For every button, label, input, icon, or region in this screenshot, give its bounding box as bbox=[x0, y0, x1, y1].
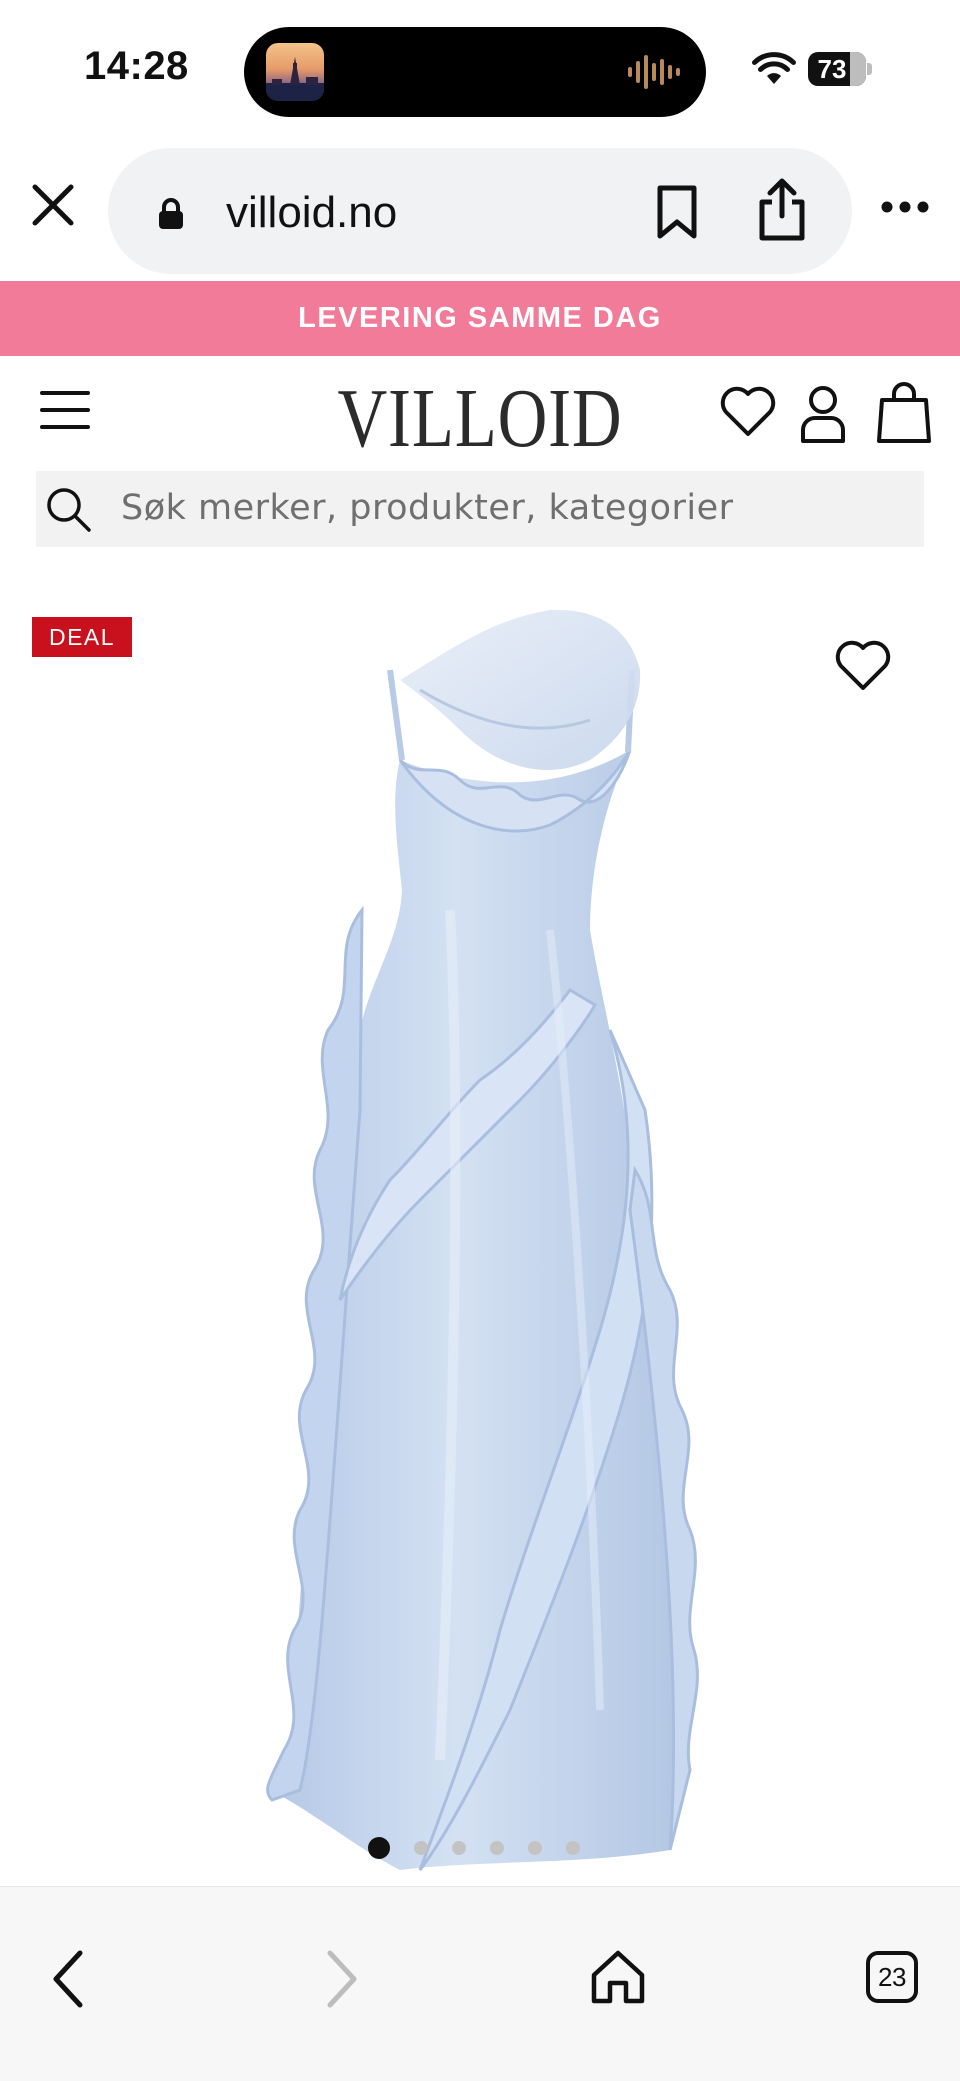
browser-toolbar: 23 bbox=[0, 1886, 960, 2081]
tabs-icon[interactable]: 23 bbox=[866, 1951, 918, 2003]
audio-waveform-icon bbox=[628, 55, 680, 89]
more-icon[interactable] bbox=[880, 200, 930, 214]
deal-badge: DEAL bbox=[32, 617, 132, 657]
url-text: villoid.no bbox=[226, 188, 398, 237]
dynamic-island[interactable] bbox=[244, 27, 706, 117]
battery-body: 73 bbox=[808, 52, 866, 86]
search-icon bbox=[47, 488, 91, 532]
shopping-bag-icon[interactable] bbox=[876, 380, 932, 444]
carousel-dot[interactable] bbox=[452, 1841, 466, 1855]
account-icon[interactable] bbox=[800, 384, 846, 444]
status-time: 14:28 bbox=[84, 44, 189, 88]
home-icon[interactable] bbox=[590, 1949, 646, 2005]
carousel-dots bbox=[0, 1836, 960, 1860]
battery-percent: 73 bbox=[817, 54, 847, 84]
promo-banner: LEVERING SAMME DAG bbox=[0, 281, 960, 356]
now-playing-thumbnail-icon bbox=[266, 43, 324, 101]
wishlist-heart-icon[interactable] bbox=[834, 640, 892, 692]
product-gallery: DEAL bbox=[0, 580, 960, 1880]
tabs-count: 23 bbox=[878, 1961, 906, 1992]
search-placeholder: Søk merker, produkter, kategorier bbox=[121, 488, 734, 528]
bookmark-icon[interactable] bbox=[654, 184, 700, 240]
close-icon[interactable] bbox=[30, 182, 76, 228]
carousel-dot[interactable] bbox=[368, 1837, 390, 1859]
browser-address-bar: villoid.no bbox=[0, 140, 960, 280]
promo-text: LEVERING SAMME DAG bbox=[298, 302, 662, 334]
lock-icon bbox=[159, 198, 183, 229]
carousel-dot[interactable] bbox=[528, 1841, 542, 1855]
site-header: VILLOID bbox=[0, 356, 960, 468]
carousel-dot[interactable] bbox=[490, 1841, 504, 1855]
share-icon[interactable] bbox=[756, 178, 808, 242]
heart-icon[interactable] bbox=[720, 386, 776, 438]
battery-icon: 73 bbox=[808, 52, 872, 86]
menu-icon[interactable] bbox=[40, 388, 90, 432]
search-input[interactable]: Søk merker, produkter, kategorier bbox=[36, 471, 924, 547]
back-icon[interactable] bbox=[48, 1947, 88, 2011]
carousel-dot[interactable] bbox=[414, 1841, 428, 1855]
wifi-icon bbox=[752, 52, 796, 84]
status-bar: 14:28 73 bbox=[0, 0, 960, 140]
address-field[interactable]: villoid.no bbox=[108, 148, 852, 274]
battery-cap bbox=[867, 63, 872, 75]
product-image[interactable] bbox=[250, 610, 710, 1910]
carousel-dot[interactable] bbox=[566, 1841, 580, 1855]
forward-icon[interactable] bbox=[322, 1947, 362, 2011]
